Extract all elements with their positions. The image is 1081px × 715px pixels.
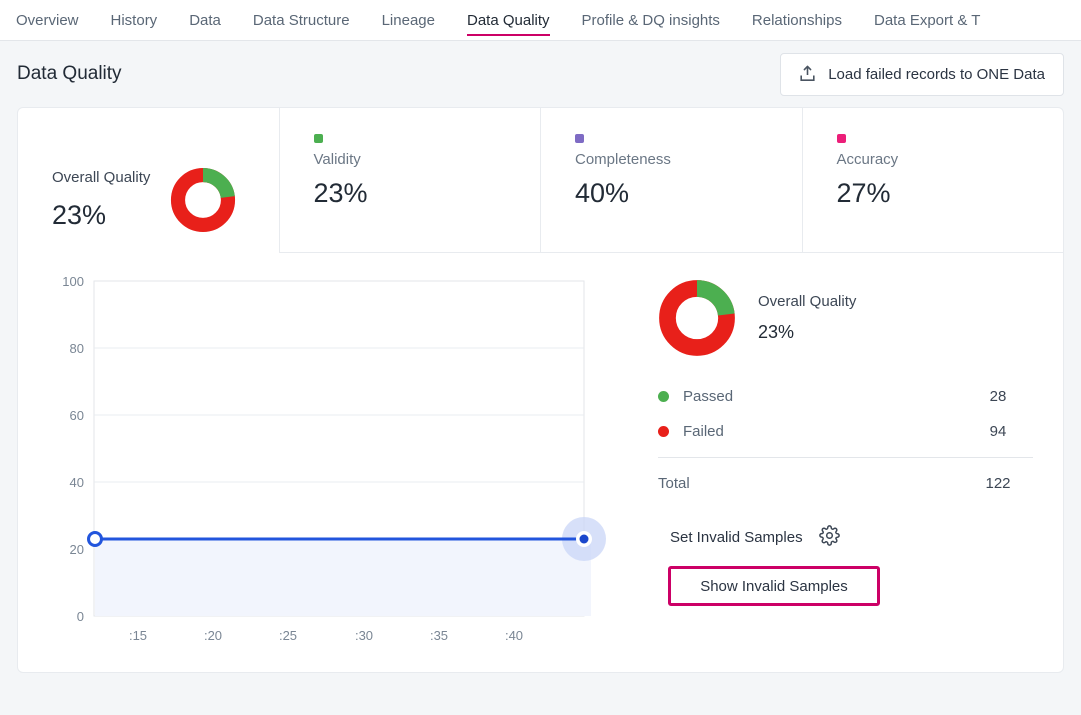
tab-overview[interactable]: Overview <box>16 0 95 40</box>
svg-text:80: 80 <box>70 341 84 356</box>
quality-summary-panel: Overall Quality 23% Passed 28 Failed 94 … <box>638 271 1038 661</box>
tab-label: Lineage <box>382 12 435 29</box>
kpi-value: 23% <box>314 178 541 209</box>
load-failed-records-button[interactable]: Load failed records to ONE Data <box>780 53 1064 96</box>
svg-text:60: 60 <box>70 408 84 423</box>
kpi-accuracy[interactable]: Accuracy 27% <box>802 108 1064 253</box>
completeness-color-dot <box>575 134 584 143</box>
chart-and-summary-row: 100 80 60 40 20 0 <box>18 253 1063 661</box>
page-title: Data Quality <box>17 63 122 85</box>
active-tab-underline <box>467 34 550 36</box>
kpi-value: 40% <box>575 178 802 209</box>
total-label: Total <box>658 475 963 492</box>
show-invalid-samples-button[interactable]: Show Invalid Samples <box>668 566 880 606</box>
upload-icon <box>799 65 816 83</box>
kpi-label: Validity <box>314 151 541 168</box>
tab-label: History <box>111 12 158 29</box>
tab-label: Profile & DQ insights <box>582 12 720 29</box>
tab-profile-dq-insights[interactable]: Profile & DQ insights <box>566 0 736 40</box>
kpi-overall-quality[interactable]: Overall Quality 23% <box>18 108 279 253</box>
kpi-label: Overall Quality <box>52 169 150 186</box>
tab-data-export[interactable]: Data Export & T <box>858 0 996 40</box>
legend-value: 28 <box>963 388 1033 405</box>
kpi-overall-text: Overall Quality 23% <box>52 169 150 231</box>
tab-label: Data <box>189 12 221 29</box>
svg-text::25: :25 <box>279 628 297 643</box>
legend-row-passed: Passed 28 <box>658 379 1033 414</box>
svg-text::20: :20 <box>204 628 222 643</box>
passed-color-dot <box>658 391 669 402</box>
svg-text:20: 20 <box>70 542 84 557</box>
set-invalid-samples-action[interactable]: Set Invalid Samples <box>670 525 840 550</box>
total-value: 122 <box>963 475 1033 492</box>
tab-data[interactable]: Data <box>173 0 237 40</box>
summary-header-text: Overall Quality 23% <box>758 293 856 343</box>
overall-quality-donut-small <box>170 167 236 233</box>
data-quality-card: Overall Quality 23% Validity 23% Complet… <box>17 107 1064 673</box>
svg-text::40: :40 <box>505 628 523 643</box>
tab-data-quality[interactable]: Data Quality <box>451 0 566 40</box>
kpi-label: Accuracy <box>837 151 1064 168</box>
page-header: Data Quality Load failed records to ONE … <box>0 41 1081 107</box>
set-invalid-samples-label: Set Invalid Samples <box>670 529 803 546</box>
failed-color-dot <box>658 426 669 437</box>
tab-label: Relationships <box>752 12 842 29</box>
legend-row-failed: Failed 94 <box>658 414 1033 449</box>
svg-text::30: :30 <box>355 628 373 643</box>
tab-lineage[interactable]: Lineage <box>366 0 451 40</box>
load-button-label: Load failed records to ONE Data <box>828 66 1045 83</box>
tab-label: Data Export & T <box>874 12 980 29</box>
accuracy-color-dot <box>837 134 846 143</box>
quality-trend-chart[interactable]: 100 80 60 40 20 0 <box>18 271 638 661</box>
kpi-validity[interactable]: Validity 23% <box>279 108 541 253</box>
total-row: Total 122 <box>658 468 1033 498</box>
svg-text:40: 40 <box>70 475 84 490</box>
summary-divider <box>658 457 1033 458</box>
summary-value: 23% <box>758 322 856 343</box>
kpi-label: Completeness <box>575 151 802 168</box>
validity-color-dot <box>314 134 323 143</box>
chart-x-axis: :15 :20 :25 :30 :35 :40 <box>129 628 523 643</box>
svg-text:100: 100 <box>62 274 84 289</box>
kpi-completeness[interactable]: Completeness 40% <box>540 108 802 253</box>
svg-text:0: 0 <box>77 609 84 624</box>
gear-icon[interactable] <box>819 525 840 550</box>
legend-value: 94 <box>963 423 1033 440</box>
kpi-value: 23% <box>52 200 150 231</box>
summary-title: Overall Quality <box>758 293 856 310</box>
chart-point-left <box>89 533 102 546</box>
tab-label: Data Structure <box>253 12 350 29</box>
tab-bar: Overview History Data Data Structure Lin… <box>0 0 1081 41</box>
tab-data-structure[interactable]: Data Structure <box>237 0 366 40</box>
legend-label: Passed <box>683 388 963 405</box>
kpi-value: 27% <box>837 178 1064 209</box>
svg-text::15: :15 <box>129 628 147 643</box>
summary-header: Overall Quality 23% <box>658 279 1038 357</box>
kpi-strip: Overall Quality 23% Validity 23% Complet… <box>18 108 1063 253</box>
tab-relationships[interactable]: Relationships <box>736 0 858 40</box>
overall-quality-donut-large <box>658 279 736 357</box>
chart-area-fill <box>95 539 591 616</box>
chart-point-right-core <box>580 535 589 544</box>
tab-label: Overview <box>16 12 79 29</box>
tab-label: Data Quality <box>467 12 550 29</box>
tab-history[interactable]: History <box>95 0 174 40</box>
legend-label: Failed <box>683 423 963 440</box>
svg-text::35: :35 <box>430 628 448 643</box>
chart-y-axis: 100 80 60 40 20 0 <box>62 274 84 624</box>
